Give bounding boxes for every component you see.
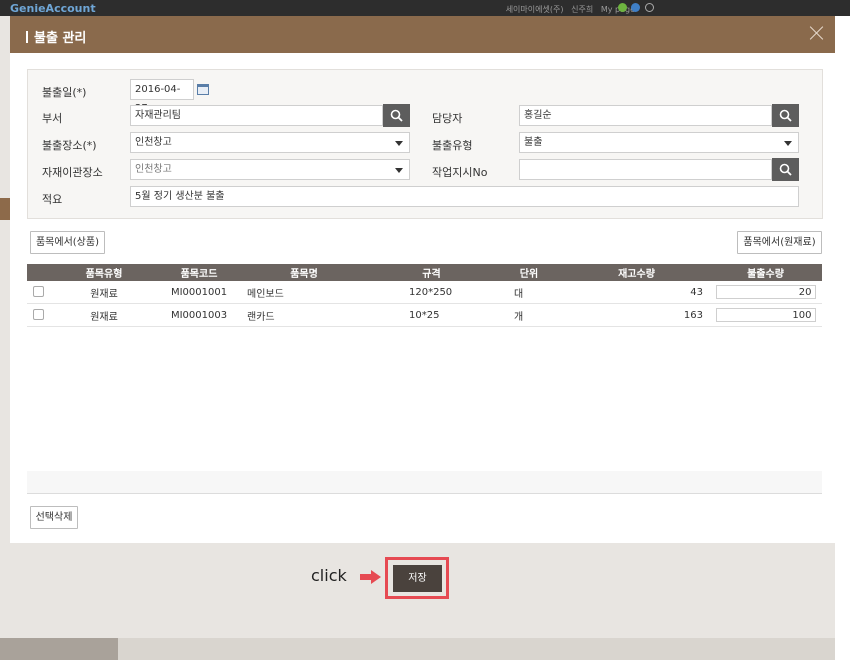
modal-header: 불출 관리 — [10, 16, 835, 53]
sidebar-selected-item[interactable] — [0, 198, 10, 220]
calendar-icon[interactable] — [197, 84, 209, 95]
arrow-right-icon — [360, 570, 381, 584]
workorder-field[interactable] — [519, 159, 772, 180]
cell-type: 원재료 — [49, 303, 159, 327]
header-name: 품목명 — [239, 264, 369, 281]
cell-stock: 43 — [564, 281, 709, 304]
dept-label: 부서 — [42, 112, 63, 125]
save-button[interactable]: 저장 — [393, 565, 442, 592]
place-select[interactable]: 인천창고 — [130, 132, 410, 153]
add-from-material-button[interactable]: 품목에서(원재료) — [737, 231, 822, 254]
manager-field[interactable]: 홍길순 — [519, 105, 772, 126]
cell-unit: 개 — [494, 303, 564, 327]
dropdown-caret-icon — [784, 141, 792, 146]
manager-search-button[interactable] — [772, 104, 799, 127]
dropdown-caret-icon — [395, 141, 403, 146]
modal-footer: click 저장 — [10, 543, 835, 638]
place-label: 불출장소(*) — [42, 139, 97, 152]
cell-unit: 대 — [494, 281, 564, 304]
company-name: 세이마이에셋(주) — [505, 5, 564, 14]
search-icon — [779, 163, 792, 176]
app-bottom-panel — [0, 638, 118, 660]
header-check — [27, 264, 49, 281]
workorder-label: 작업지시No — [432, 166, 488, 179]
qty-input[interactable]: 20 — [715, 285, 816, 299]
transfer-select-value: 인천창고 — [135, 164, 172, 175]
table-footer-strip — [27, 471, 822, 493]
help-icon[interactable] — [645, 3, 654, 12]
cell-name: 메인보드 — [239, 281, 369, 304]
close-icon[interactable] — [809, 25, 825, 41]
table-row[interactable]: 원재료 MI0001003 랜카드 10*25 개 163 100 — [27, 303, 822, 327]
app-right-margin — [835, 16, 850, 660]
search-icon — [779, 109, 792, 122]
note-field[interactable]: 5월 정기 생산분 불출 — [130, 186, 799, 207]
row-checkbox[interactable] — [32, 309, 44, 321]
user-name: 신주희 — [571, 5, 594, 14]
header-type: 품목유형 — [49, 264, 159, 281]
header-spec: 규격 — [369, 264, 494, 281]
manager-label: 담당자 — [432, 112, 463, 125]
cell-code: MI0001003 — [159, 303, 239, 327]
table-row[interactable]: 원재료 MI0001001 메인보드 120*250 대 43 20 — [27, 281, 822, 304]
search-icon — [390, 109, 403, 122]
power-icon[interactable] — [618, 3, 627, 12]
app-logo: GenieAccount — [10, 2, 96, 15]
cell-spec: 10*25 — [369, 303, 494, 327]
table-header-row: 품목유형 품목코드 품목명 규격 단위 재고수량 불출수량 — [27, 264, 822, 281]
header-qty: 불출수량 — [709, 264, 822, 281]
modal-title: 불출 관리 — [26, 27, 86, 46]
cell-spec: 120*250 — [369, 281, 494, 304]
app-top-bar: GenieAccount 세이마이에셋(주) 신주희 My page — [0, 0, 850, 16]
header-code: 품목코드 — [159, 264, 239, 281]
header-unit: 단위 — [494, 264, 564, 281]
header-stock: 재고수량 — [564, 264, 709, 281]
date-label: 불출일(*) — [42, 86, 87, 99]
table-bottom-divider — [27, 493, 822, 494]
app-bottom-bar — [0, 638, 835, 660]
transfer-label: 자재이관장소 — [42, 166, 103, 179]
qty-input[interactable]: 100 — [715, 308, 816, 322]
type-select-value: 불출 — [524, 137, 543, 148]
note-label: 적요 — [42, 193, 63, 206]
cell-name: 랜카드 — [239, 303, 369, 327]
cell-stock: 163 — [564, 303, 709, 327]
cell-type: 원재료 — [49, 281, 159, 304]
delete-selected-button[interactable]: 선택삭제 — [30, 506, 78, 529]
dept-search-button[interactable] — [383, 104, 410, 127]
cell-code: MI0001001 — [159, 281, 239, 304]
type-select[interactable]: 불출 — [519, 132, 799, 153]
date-field[interactable]: 2016-04-27 — [130, 79, 194, 114]
dept-field[interactable]: 자재관리팀 — [130, 105, 383, 126]
app-sidebar — [0, 16, 10, 660]
transfer-select[interactable]: 인천창고 — [130, 159, 410, 180]
add-from-product-button[interactable]: 품목에서(상품) — [30, 231, 105, 254]
items-table: 품목유형 품목코드 품목명 규격 단위 재고수량 불출수량 원재료 MI0001… — [27, 264, 822, 327]
workorder-search-button[interactable] — [772, 158, 799, 181]
settings-icon[interactable] — [631, 3, 640, 12]
click-annotation: click — [311, 566, 347, 585]
release-management-modal: 불출 관리 불출일(*) 2016-04-27 부서 자재관리팀 담당자 홍길순… — [10, 16, 835, 638]
app-user-info: 세이마이에셋(주) 신주희 My page — [506, 4, 635, 15]
place-select-value: 인천창고 — [135, 137, 172, 148]
row-checkbox[interactable] — [32, 286, 44, 298]
type-label: 불출유형 — [432, 139, 473, 152]
dropdown-caret-icon — [395, 168, 403, 173]
